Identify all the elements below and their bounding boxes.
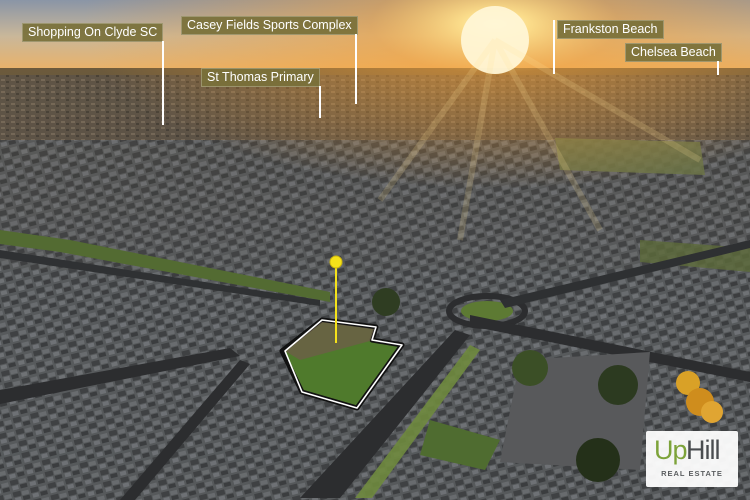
landmark-label-st-thomas: St Thomas Primary	[201, 68, 320, 87]
landmark-label-frankston: Frankston Beach	[557, 20, 664, 39]
landmark-pointer-frankston	[553, 20, 555, 74]
landmark-label-shopping: Shopping On Clyde SC	[22, 23, 164, 42]
logo-tagline: REAL ESTATE	[661, 469, 723, 478]
aerial-photo: Shopping On Clyde SC Casey Fields Sports…	[0, 0, 750, 500]
landmark-label-chelsea: Chelsea Beach	[625, 43, 722, 62]
property-pin-marker	[329, 255, 343, 269]
landmark-label-casey-fields: Casey Fields Sports Complex	[181, 16, 358, 35]
logo-brand-hill: Hill	[686, 435, 720, 465]
aerial-landscape	[0, 0, 750, 500]
logo-brand-up: Up	[654, 435, 688, 465]
landmark-pointer-chelsea	[717, 61, 719, 75]
landmark-pointer-st-thomas	[319, 86, 321, 118]
agency-logo: Up Hill REAL ESTATE	[646, 431, 738, 487]
landmark-pointer-shopping	[162, 41, 164, 125]
landmark-pointer-casey-fields	[355, 34, 357, 104]
